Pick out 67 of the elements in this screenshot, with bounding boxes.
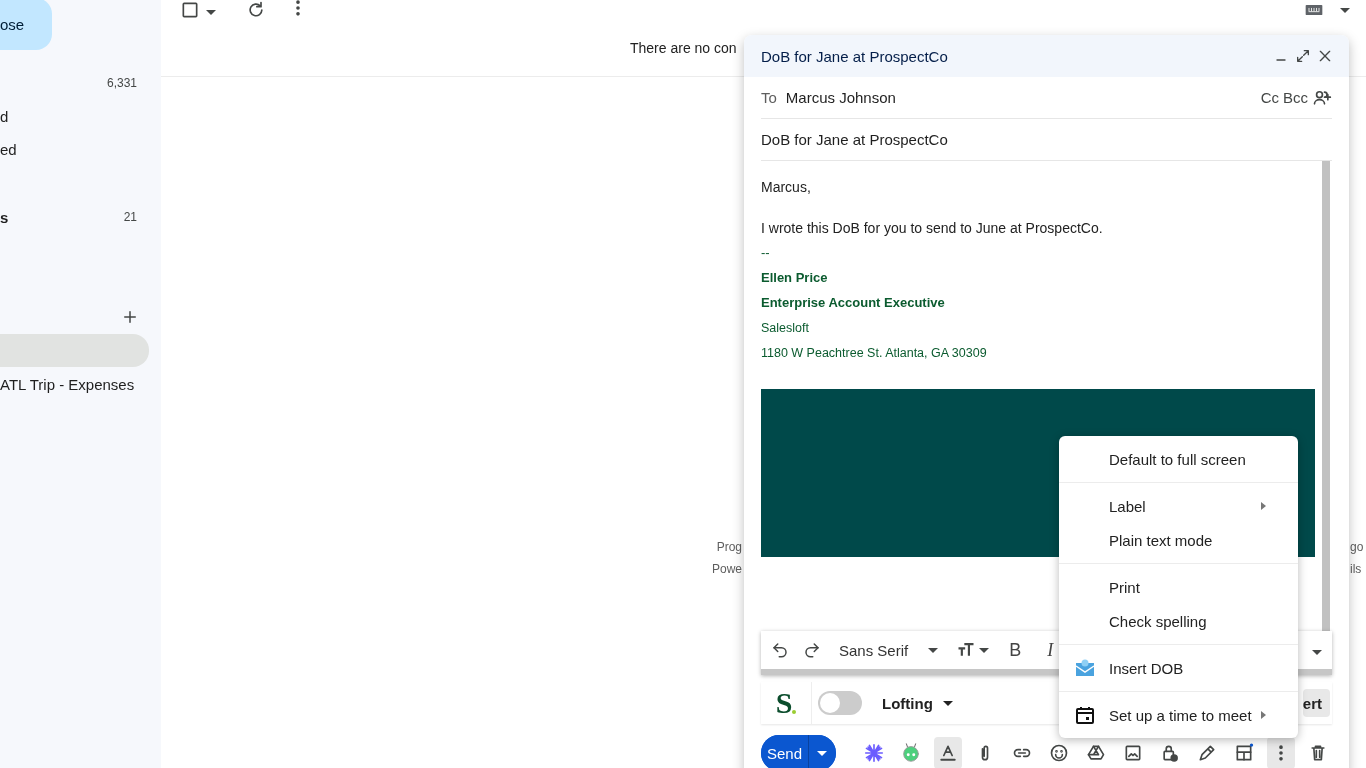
refresh-icon[interactable] — [246, 0, 266, 20]
unread-count: 6,331 — [106, 75, 137, 90]
pen-icon[interactable] — [1197, 743, 1217, 763]
bold-button[interactable]: B — [1003, 639, 1028, 661]
envelope-icon — [1075, 658, 1095, 678]
insert-button[interactable]: ert — [1302, 689, 1330, 717]
submenu-arrow-icon — [1261, 502, 1266, 510]
input-caret-icon[interactable] — [1340, 7, 1350, 13]
menu-item[interactable]: Insert DOB — [1059, 651, 1298, 685]
empty-message: There are no con — [630, 40, 737, 56]
image-icon[interactable] — [1123, 743, 1143, 763]
footer-text: go — [1350, 540, 1365, 554]
close-icon[interactable] — [1317, 48, 1333, 64]
footer-text: Powe — [711, 562, 742, 576]
menu-item[interactable]: Print — [1059, 570, 1298, 604]
drive-icon[interactable] — [1086, 743, 1106, 763]
select-caret-icon[interactable] — [206, 10, 216, 15]
caret-icon[interactable] — [942, 700, 953, 706]
menu-item[interactable]: Check spelling — [1059, 604, 1298, 638]
signature-text: Salesloft — [761, 320, 809, 335]
submenu-arrow-icon — [1261, 711, 1266, 719]
checkbox-icon[interactable] — [180, 0, 200, 20]
to-label: To — [761, 89, 777, 106]
menu-item[interactable]: Plain text mode — [1059, 523, 1298, 557]
send-button[interactable]: Send — [761, 735, 809, 768]
caret-icon[interactable] — [817, 750, 828, 756]
menu-item[interactable]: Set up a time to meet — [1059, 698, 1298, 732]
signature-text: Ellen Price — [761, 270, 828, 285]
footer-text: Prog — [716, 540, 742, 554]
cadence-dropdown[interactable]: Lofting — [876, 693, 959, 713]
footer-text: ils — [1350, 562, 1363, 576]
italic-button[interactable]: I — [1041, 639, 1060, 661]
recipient-chip[interactable]: Marcus Johnson — [785, 89, 896, 106]
bcc-link[interactable]: Bcc — [1283, 89, 1308, 106]
nav-item[interactable]: ed — [0, 141, 17, 159]
asterisk-icon[interactable] — [863, 742, 885, 764]
logo-dot-icon — [792, 710, 797, 714]
signature-text: Enterprise Account Executive — [761, 295, 945, 310]
redo-icon[interactable] — [803, 641, 821, 659]
menu-item[interactable]: Label — [1059, 489, 1298, 523]
signature-text: 1180 W Peachtree St. Atlanta, GA 30309 — [761, 345, 987, 360]
nav-item[interactable]: d — [0, 107, 9, 125]
folder-item[interactable]: ATL Trip - Expenses — [0, 367, 149, 401]
nav-item[interactable]: s — [0, 208, 9, 226]
menu-item[interactable]: Default to full screen — [1059, 442, 1298, 476]
salesloft-logo: S — [775, 686, 793, 720]
text-format-icon[interactable] — [938, 743, 958, 763]
cc-link[interactable]: Cc — [1260, 89, 1279, 106]
scrollbar[interactable] — [1322, 161, 1330, 631]
undo-icon[interactable] — [771, 641, 789, 659]
toggle-switch[interactable] — [818, 691, 862, 715]
caret-icon[interactable] — [928, 647, 939, 653]
subject-field[interactable]: DoB for Jane at ProspectCo — [761, 131, 948, 148]
lock-clock-icon[interactable] — [1160, 743, 1180, 763]
more-formatting-caret-icon[interactable] — [1312, 650, 1322, 655]
font-dropdown[interactable]: Sans Serif — [835, 641, 943, 659]
body-text: I wrote this DoB for you to send to June at ProspectCo. — [761, 219, 1103, 236]
emoji-icon[interactable] — [1049, 743, 1069, 763]
body-text: Marcus, — [761, 178, 811, 195]
unread-count: 21 — [123, 210, 137, 225]
expand-icon[interactable] — [1295, 48, 1311, 64]
window-title: DoB for Jane at ProspectCo — [761, 47, 949, 65]
compose-button[interactable]: ose — [0, 0, 52, 50]
caret-icon[interactable] — [979, 647, 990, 653]
layout-icon[interactable] — [1234, 743, 1254, 763]
calendar-icon — [1075, 705, 1095, 725]
signature-separator: -- — [761, 245, 770, 260]
